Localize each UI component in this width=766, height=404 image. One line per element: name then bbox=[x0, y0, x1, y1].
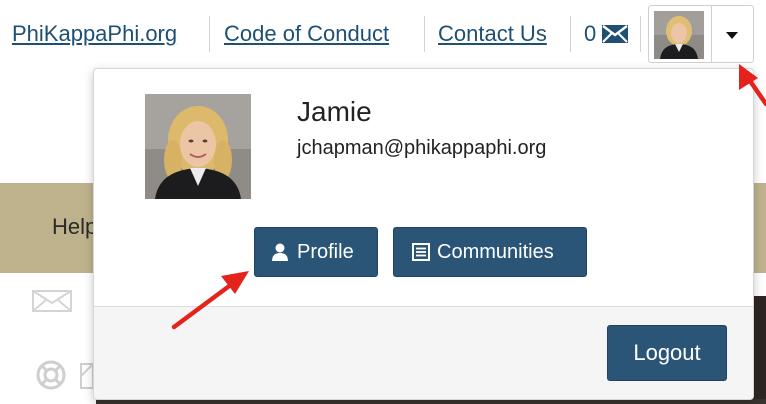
code-of-conduct-link[interactable]: Code of Conduct bbox=[224, 21, 389, 47]
nav-separator bbox=[640, 16, 641, 52]
document-icon bbox=[80, 363, 94, 389]
nav-separator bbox=[424, 16, 425, 52]
page: Help PhiKappaPhi.org Code of Conduct Con… bbox=[0, 0, 766, 404]
communities-button-label: Communities bbox=[437, 241, 554, 263]
phikappaphi-link[interactable]: PhiKappaPhi.org bbox=[12, 21, 177, 47]
banner-text: Help bbox=[52, 214, 98, 239]
user-icon bbox=[272, 243, 288, 261]
avatar bbox=[654, 11, 704, 59]
profile-button-label: Profile bbox=[297, 241, 354, 263]
toggle-divider bbox=[711, 6, 712, 62]
contact-us-link[interactable]: Contact Us bbox=[438, 21, 547, 47]
list-icon bbox=[412, 243, 430, 261]
nav-separator bbox=[209, 16, 210, 52]
background-image-edge bbox=[752, 296, 766, 404]
profile-photo bbox=[145, 94, 251, 199]
mail-outline-icon bbox=[32, 290, 72, 312]
support-icon bbox=[36, 360, 66, 390]
message-count[interactable]: 0 bbox=[584, 21, 596, 47]
nav-separator bbox=[570, 16, 571, 52]
top-nav: PhiKappaPhi.org Code of Conduct Contact … bbox=[0, 0, 766, 64]
caret-down-icon[interactable] bbox=[726, 32, 738, 40]
user-email: jchapman@phikappaphi.org bbox=[297, 137, 547, 159]
logout-button[interactable]: Logout bbox=[607, 325, 727, 381]
user-menu-toggle[interactable] bbox=[648, 5, 754, 63]
user-dropdown-menu: Jamie jchapman@phikappaphi.org Profile C… bbox=[93, 68, 754, 400]
user-name: Jamie bbox=[297, 96, 372, 127]
profile-button[interactable]: Profile bbox=[254, 227, 378, 277]
envelope-icon[interactable] bbox=[602, 25, 628, 43]
communities-button[interactable]: Communities bbox=[393, 227, 587, 277]
dropdown-footer: Logout bbox=[94, 306, 753, 399]
